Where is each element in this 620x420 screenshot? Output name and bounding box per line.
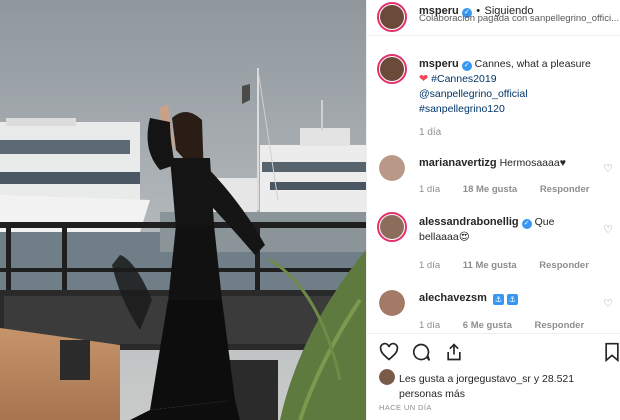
reply-button[interactable]: Responder (539, 260, 589, 271)
verified-badge-icon: ✓ (521, 219, 532, 229)
comment-like-heart-icon[interactable]: ♡ (603, 223, 613, 236)
comment-username[interactable]: alechavezsm (419, 292, 487, 304)
commenter-avatar[interactable] (377, 212, 407, 242)
post-side-panel: msperu ✓ • Siguiendo Colaboración pagada … (366, 0, 620, 420)
comment-likes[interactable]: 18 Me gusta (463, 184, 517, 195)
post-photo[interactable] (0, 0, 366, 420)
comment-time[interactable]: 1 día (419, 320, 440, 331)
avatar-image (379, 290, 405, 316)
caption-mention[interactable]: @sanpellegrino_official (419, 88, 528, 100)
avatar-image (380, 215, 404, 239)
comment-meta: 1 día 11 Me gusta Responder (419, 260, 609, 271)
avatar-image (379, 155, 405, 181)
post-header: msperu ✓ • Siguiendo Colaboración pagada … (367, 0, 620, 36)
share-icon[interactable] (444, 342, 464, 362)
comment-icon[interactable] (411, 342, 431, 362)
paid-partnership-label[interactable]: Colaboración pagada con sanpellegrino_of… (419, 13, 619, 24)
avatar-image (380, 5, 404, 29)
comment-like-heart-icon[interactable]: ♡ (603, 297, 613, 310)
comment-time[interactable]: 1 día (419, 184, 440, 195)
bookmark-icon[interactable] (603, 342, 620, 362)
comment-likes[interactable]: 11 Me gusta (463, 260, 517, 271)
caption-username[interactable]: msperu (419, 58, 459, 70)
verified-badge-icon: ✓ (461, 61, 472, 71)
red-heart-emoji-icon: ❤ (419, 73, 429, 85)
caption-time[interactable]: 1 día (419, 127, 441, 138)
heart-icon[interactable] (379, 342, 399, 362)
commenter-avatar[interactable] (379, 290, 405, 316)
post-photo-image (0, 0, 366, 420)
comment-username[interactable]: marianavertizg (419, 157, 497, 169)
comment-body: marianavertizg Hermosaaaa♥ (419, 156, 589, 171)
liker-avatar[interactable] (379, 369, 395, 385)
anchor-emoji-icon: ⚓ (492, 294, 504, 305)
comment-body: alechavezsm ⚓ ⚓ (419, 291, 589, 306)
avatar-image (379, 369, 395, 385)
comment-username[interactable]: alessandrabonellig (419, 216, 519, 228)
caption-hashtag[interactable]: #Cannes2019 (431, 73, 496, 85)
comment-time[interactable]: 1 día (419, 260, 440, 271)
comment-meta: 1 día 18 Me gusta Responder (419, 184, 609, 195)
avatar-image (380, 57, 404, 81)
comment-likes[interactable]: 6 Me gusta (463, 320, 512, 331)
post-time-ago[interactable]: HACE UN DÍA (379, 403, 432, 412)
caption-text: Cannes, what a pleasure (474, 58, 591, 70)
liked-by-text[interactable]: Les gusta a jorgegustavo_sr y 28.521 per… (399, 372, 609, 402)
anchor-emoji-icon: ⚓ (506, 294, 518, 305)
caption-hashtag-2[interactable]: #sanpellegrino120 (419, 103, 505, 115)
author-avatar[interactable] (377, 2, 407, 32)
comment-text: Hermosaaaa♥ (499, 157, 566, 169)
comment-body: alessandrabonellig ✓ Que bellaaaa😍 (419, 215, 589, 245)
comment-meta: 1 día 6 Me gusta Responder (419, 320, 604, 331)
commenter-avatar[interactable] (379, 155, 405, 181)
comment-like-heart-icon[interactable]: ♡ (603, 162, 613, 175)
reply-button[interactable]: Responder (540, 184, 590, 195)
caption-avatar[interactable] (377, 54, 407, 84)
caption: msperu ✓ Cannes, what a pleasure ❤ #Canne… (419, 57, 615, 117)
reply-button[interactable]: Responder (535, 320, 585, 331)
